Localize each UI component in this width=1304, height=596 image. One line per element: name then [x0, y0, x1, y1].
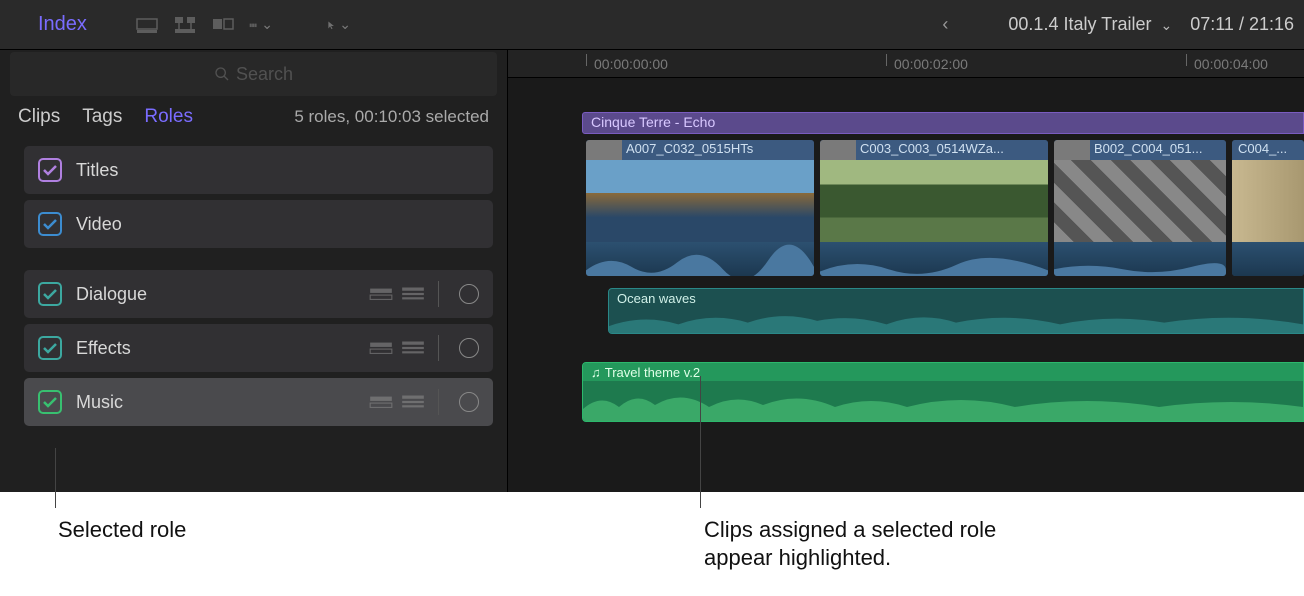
tool-group: ⌄ ⌄ — [135, 15, 351, 35]
timecode-display: 07:11 / 21:16 — [1190, 14, 1294, 35]
tab-clips[interactable]: Clips — [18, 106, 60, 128]
role-effects[interactable]: Effects — [24, 324, 493, 372]
tab-tags[interactable]: Tags — [82, 106, 122, 128]
roles-summary: 5 roles, 00:10:03 selected — [294, 107, 489, 127]
sublane-icon[interactable] — [400, 338, 426, 358]
role-label: Dialogue — [76, 284, 147, 305]
video-clip[interactable]: A007_C032_0515HTs — [586, 140, 814, 276]
role-music[interactable]: Music — [24, 378, 493, 426]
app-window: Index ⌄ ⌄ ‹ 00.1.4 Italy Trailer ⌄ 07:11… — [0, 0, 1304, 492]
select-tool-icon[interactable]: ⌄ — [327, 15, 351, 35]
body: Search Clips Tags Roles 5 roles, 00:10:0… — [0, 50, 1304, 492]
lane-icon[interactable] — [368, 392, 394, 412]
audio-clip-ocean[interactable]: Ocean waves — [608, 288, 1304, 334]
chevron-down-icon: ⌄ — [261, 16, 273, 33]
video-clip[interactable]: C004_... — [1232, 140, 1304, 276]
project-title[interactable]: 00.1.4 Italy Trailer ⌄ — [1008, 14, 1172, 35]
role-label: Video — [76, 214, 122, 235]
video-clip[interactable]: C003_C003_0514WZa... — [820, 140, 1048, 276]
index-button[interactable]: Index — [10, 13, 115, 36]
tab-roles[interactable]: Roles — [144, 106, 193, 128]
lane-icon[interactable] — [368, 284, 394, 304]
role-label: Effects — [76, 338, 131, 359]
focus-icon[interactable] — [459, 392, 479, 412]
search-placeholder: Search — [236, 64, 293, 85]
callout-selected-role: Selected role — [58, 516, 186, 544]
timeline[interactable]: 00:00:00:00 00:00:02:00 00:00:04:00 Cinq… — [508, 50, 1304, 492]
clip-label: Travel theme v.2 — [605, 365, 700, 380]
clip-label: Ocean waves — [609, 289, 1303, 307]
role-list: Titles Video Dialogue Effects — [0, 136, 507, 432]
role-dialogue[interactable]: Dialogue — [24, 270, 493, 318]
chevron-down-icon: ⌄ — [1161, 17, 1173, 33]
video-clip[interactable]: B002_C004_051... — [1054, 140, 1226, 276]
nav-back-button[interactable]: ‹ — [942, 14, 948, 35]
clip-label: C004_... — [1232, 140, 1304, 160]
insert-icon[interactable] — [135, 15, 159, 35]
overwrite-icon[interactable]: ⌄ — [249, 15, 273, 35]
storyline-header[interactable]: Cinque Terre - Echo — [582, 112, 1304, 134]
music-icon: ♫ — [591, 365, 601, 380]
sublane-icon[interactable] — [400, 284, 426, 304]
role-label: Titles — [76, 160, 118, 181]
search-input[interactable]: Search — [10, 52, 497, 96]
index-tabs: Clips Tags Roles 5 roles, 00:10:03 selec… — [0, 96, 507, 136]
role-video[interactable]: Video — [24, 200, 493, 248]
callouts: Selected role Clips assigned a selected … — [0, 492, 1304, 596]
connect-icon[interactable] — [173, 15, 197, 35]
video-lane: A007_C032_0515HTs C003_C003_0514WZa... B… — [586, 140, 1304, 276]
index-sidebar: Search Clips Tags Roles 5 roles, 00:10:0… — [0, 50, 508, 492]
lane-icon[interactable] — [368, 338, 394, 358]
audio-clip-music[interactable]: ♫ Travel theme v.2 — [582, 362, 1304, 422]
search-icon — [214, 66, 230, 82]
checkbox-icon[interactable] — [38, 282, 62, 306]
role-label: Music — [76, 392, 123, 413]
focus-icon[interactable] — [459, 338, 479, 358]
append-icon[interactable] — [211, 15, 235, 35]
sublane-icon[interactable] — [400, 392, 426, 412]
time-ruler[interactable]: 00:00:00:00 00:00:02:00 00:00:04:00 — [508, 50, 1304, 78]
ruler-mark: 00:00:04:00 — [1194, 56, 1268, 72]
callout-highlighted: Clips assigned a selected role appear hi… — [704, 516, 1024, 571]
checkbox-icon[interactable] — [38, 390, 62, 414]
ruler-mark: 00:00:02:00 — [894, 56, 968, 72]
checkbox-icon[interactable] — [38, 212, 62, 236]
checkbox-icon[interactable] — [38, 158, 62, 182]
role-titles[interactable]: Titles — [24, 146, 493, 194]
checkbox-icon[interactable] — [38, 336, 62, 360]
ruler-mark: 00:00:00:00 — [594, 56, 668, 72]
toolbar: Index ⌄ ⌄ ‹ 00.1.4 Italy Trailer ⌄ 07:11… — [0, 0, 1304, 50]
chevron-down-icon: ⌄ — [339, 16, 351, 33]
focus-icon[interactable] — [459, 284, 479, 304]
